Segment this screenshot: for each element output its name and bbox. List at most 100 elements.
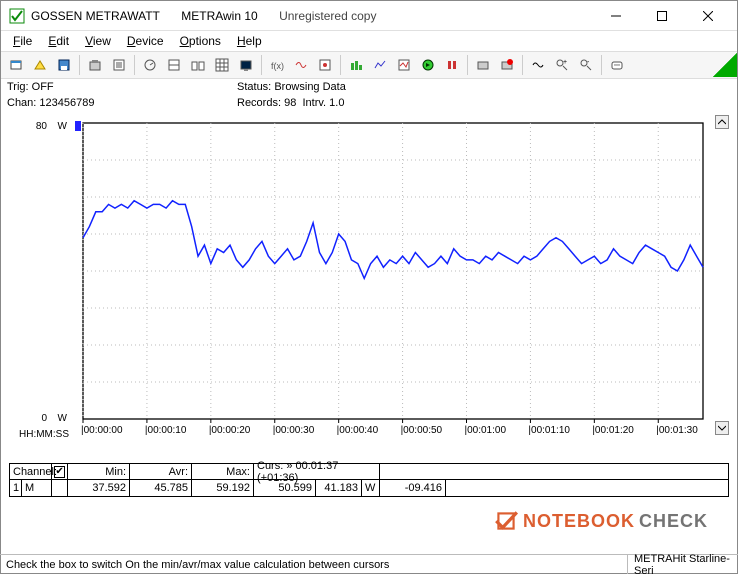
- watermark: NOTEBOOKCHECK: [493, 508, 708, 534]
- cell-c2: 41.183: [316, 480, 362, 496]
- cell-kind: M: [22, 480, 52, 496]
- watermark-b: CHECK: [639, 511, 708, 532]
- menu-help[interactable]: Help: [229, 32, 270, 50]
- toolbar-sep: [467, 55, 468, 75]
- toolbar-sep: [261, 55, 262, 75]
- hdr-avr: Avr:: [130, 464, 192, 479]
- records-value: 98: [284, 97, 296, 109]
- trig-value: OFF: [32, 81, 54, 93]
- toolbar-btn-6[interactable]: [139, 54, 161, 76]
- toolbar-sep: [340, 55, 341, 75]
- hdr-checkbox[interactable]: ✔: [52, 464, 68, 479]
- status-device: METRAHit Starline-Seri: [628, 555, 738, 574]
- cell-ch: 1: [10, 480, 22, 496]
- toolbar-btn-24[interactable]: [606, 54, 628, 76]
- menu-bar: File Edit View Device Options Help: [1, 31, 737, 51]
- cell-max: 59.192: [192, 480, 254, 496]
- ymin-label: 0: [41, 413, 47, 424]
- xaxis-label: HH:MM:SS: [19, 429, 69, 440]
- hdr-curs: Curs: » 00:01:37 (+01:36): [254, 464, 380, 479]
- chan-label: Chan:: [7, 97, 36, 109]
- cell-diff: -09.416: [380, 480, 446, 496]
- chart-area: 80 W 0 W |00:00:00|00:00:10|00:00:20|00:…: [9, 115, 729, 455]
- hdr-spacer: [380, 464, 728, 479]
- toolbar-btn-15[interactable]: [369, 54, 391, 76]
- hdr-channel: Channel:: [10, 464, 52, 479]
- toolbar-btn-4[interactable]: [84, 54, 106, 76]
- toolbar-btn-16[interactable]: [393, 54, 415, 76]
- svg-text:-: -: [587, 59, 590, 66]
- status-message: Check the box to switch On the min/avr/m…: [0, 555, 628, 574]
- toolbar-btn-12[interactable]: [290, 54, 312, 76]
- toolbar-btn-22[interactable]: +: [551, 54, 573, 76]
- toolbar-btn-2[interactable]: [29, 54, 51, 76]
- svg-text:|00:00:00: |00:00:00: [81, 425, 123, 436]
- trig-label: Trig:: [7, 81, 29, 93]
- window-title: GOSSEN METRAWATT METRAwin 10 Unregistere…: [31, 9, 394, 23]
- status-value: Browsing Data: [274, 81, 346, 93]
- toolbar-sep: [522, 55, 523, 75]
- toolbar-btn-5[interactable]: [108, 54, 130, 76]
- cell-unit: W: [362, 480, 380, 496]
- check-icon: [493, 508, 519, 534]
- toolbar-btn-13[interactable]: [314, 54, 336, 76]
- hdr-max: Max:: [192, 464, 254, 479]
- svg-text:|00:01:20: |00:01:20: [592, 425, 634, 436]
- svg-text:|00:01:10: |00:01:10: [528, 425, 570, 436]
- interval-label: Intrv.: [302, 97, 326, 109]
- toolbar-sep: [79, 55, 80, 75]
- svg-text:f(x): f(x): [271, 61, 284, 71]
- app-icon: [9, 8, 25, 24]
- y-unit-bot: W: [58, 413, 68, 424]
- toolbar: f(x) + -: [1, 51, 737, 79]
- table-row: 1 M 37.592 45.785 59.192 50.599 41.183 W…: [10, 480, 728, 496]
- close-button[interactable]: [685, 1, 731, 31]
- svg-text:|00:00:40: |00:00:40: [337, 425, 379, 436]
- toolbar-btn-21[interactable]: [527, 54, 549, 76]
- title-brand: GOSSEN METRAWATT: [31, 9, 160, 23]
- hdr-min: Min:: [68, 464, 130, 479]
- chan-value: 123456789: [39, 97, 94, 109]
- menu-file[interactable]: File: [5, 32, 40, 50]
- toolbar-btn-17[interactable]: [417, 54, 439, 76]
- toolbar-btn-1[interactable]: [5, 54, 27, 76]
- records-label: Records:: [237, 97, 281, 109]
- menu-device[interactable]: Device: [119, 32, 172, 50]
- status-label: Status:: [237, 81, 271, 93]
- svg-text:+: +: [563, 59, 567, 66]
- toolbar-btn-10[interactable]: [235, 54, 257, 76]
- toolbar-btn-11[interactable]: f(x): [266, 54, 288, 76]
- toolbar-sep: [601, 55, 602, 75]
- menu-view[interactable]: View: [77, 32, 119, 50]
- svg-text:|00:01:30: |00:01:30: [656, 425, 698, 436]
- cell-avr: 45.785: [130, 480, 192, 496]
- toolbar-btn-3[interactable]: [53, 54, 75, 76]
- maximize-button[interactable]: [639, 1, 685, 31]
- toolbar-grip: [713, 53, 737, 77]
- status-row-2: Chan: 123456789 Records: 98 Intrv. 1.0: [1, 95, 737, 111]
- data-table: Channel: ✔ Min: Avr: Max: Curs: » 00:01:…: [9, 463, 729, 497]
- toolbar-btn-23[interactable]: -: [575, 54, 597, 76]
- svg-text:|00:01:00: |00:01:00: [465, 425, 507, 436]
- y-unit-top: W: [58, 121, 68, 132]
- cell-spacer: [446, 480, 728, 496]
- toolbar-btn-19[interactable]: [472, 54, 494, 76]
- toolbar-btn-18[interactable]: [441, 54, 463, 76]
- menu-options[interactable]: Options: [172, 32, 229, 50]
- cell-checkbox-spacer: [52, 480, 68, 496]
- menu-edit[interactable]: Edit: [40, 32, 77, 50]
- toolbar-btn-8[interactable]: [187, 54, 209, 76]
- cell-c1: 50.599: [254, 480, 316, 496]
- toolbar-btn-7[interactable]: [163, 54, 185, 76]
- line-chart[interactable]: 80 W 0 W |00:00:00|00:00:10|00:00:20|00:…: [9, 115, 729, 455]
- svg-text:|00:00:10: |00:00:10: [145, 425, 187, 436]
- svg-text:|00:00:50: |00:00:50: [401, 425, 443, 436]
- toolbar-btn-9[interactable]: [211, 54, 233, 76]
- table-header-row: Channel: ✔ Min: Avr: Max: Curs: » 00:01:…: [10, 464, 728, 480]
- toolbar-btn-20[interactable]: [496, 54, 518, 76]
- toolbar-btn-14[interactable]: [345, 54, 367, 76]
- ymax-label: 80: [36, 121, 48, 132]
- status-row-1: Trig: OFF Status: Browsing Data: [1, 79, 737, 95]
- title-app: METRAwin 10: [181, 9, 257, 23]
- minimize-button[interactable]: [593, 1, 639, 31]
